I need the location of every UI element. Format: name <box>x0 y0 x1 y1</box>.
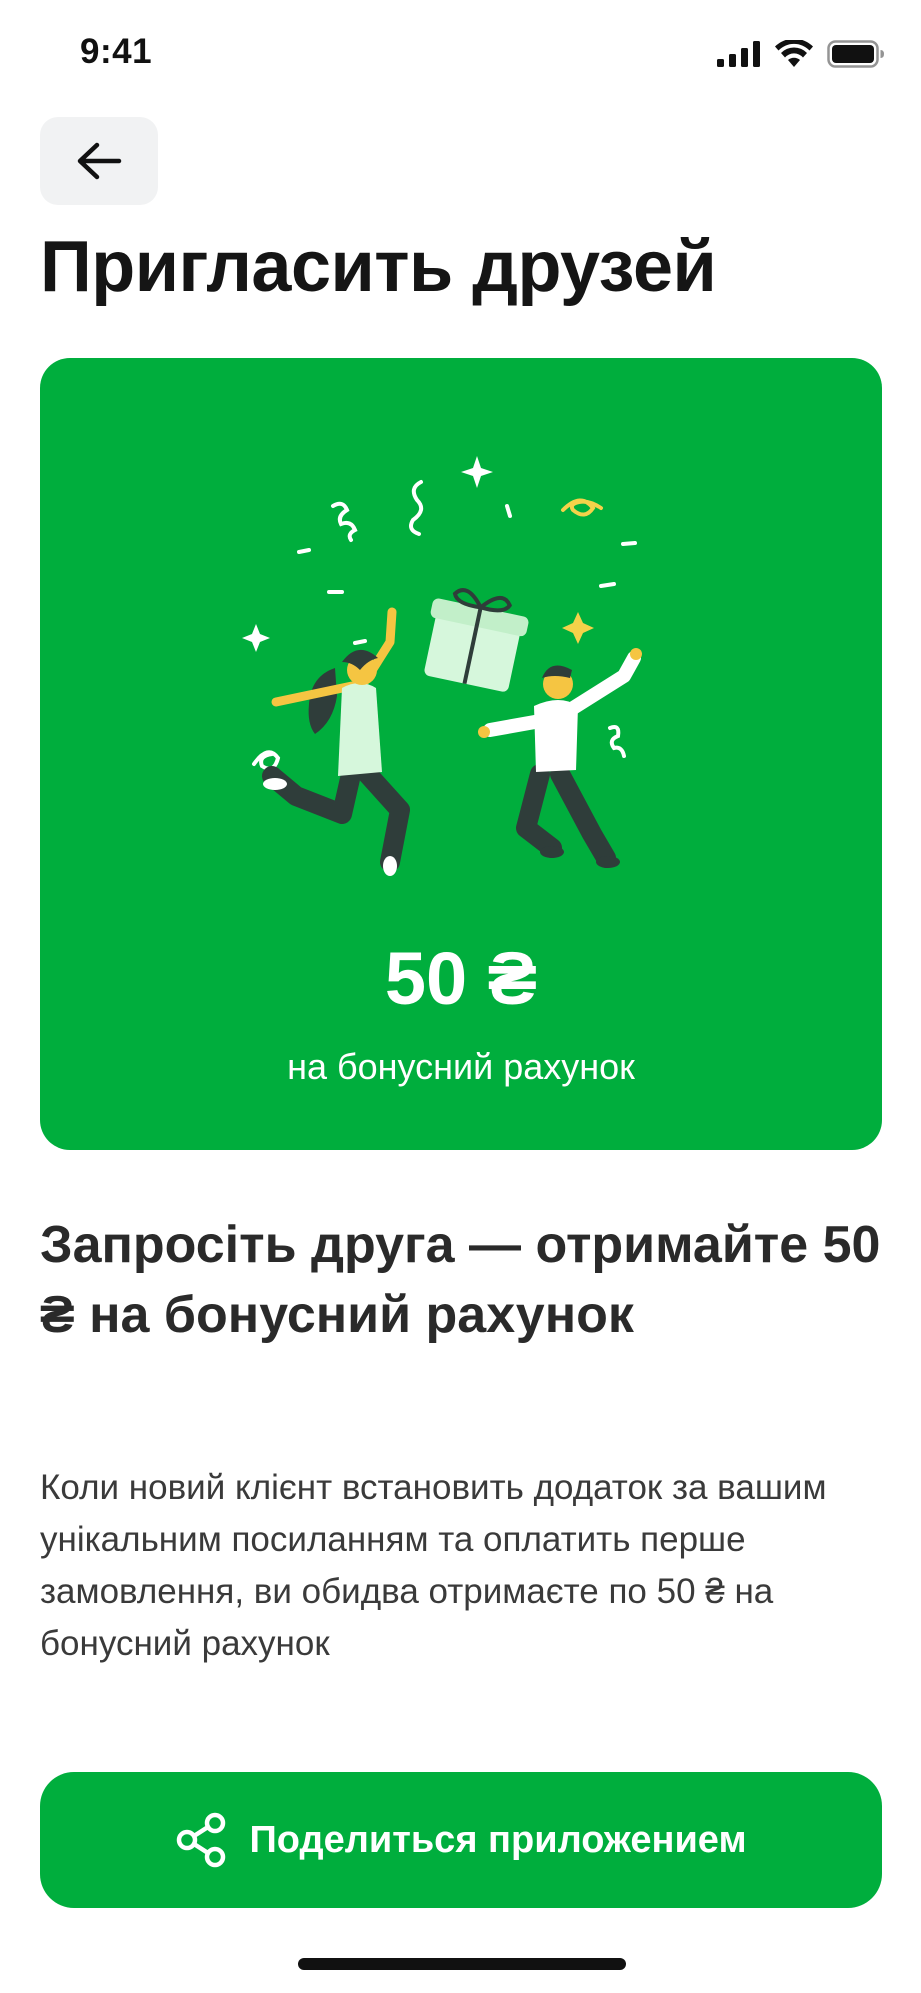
share-icon <box>177 1812 226 1868</box>
battery-icon <box>827 40 884 68</box>
status-time: 9:41 <box>80 32 153 71</box>
page-title: Пригласить друзей <box>40 227 717 307</box>
status-icons <box>717 40 885 68</box>
share-button-label: Поделиться приложением <box>249 1818 747 1861</box>
celebrating-friends-gift-illustration <box>242 456 642 876</box>
arrow-left-icon <box>77 142 122 180</box>
section-heading: Запросіть друга — отримайте 50 ₴ на бону… <box>40 1216 881 1344</box>
status-bar: 9:41 <box>0 0 921 112</box>
promo-caption: на бонусний рахунок <box>287 1046 635 1087</box>
share-app-button[interactable]: Поделиться приложением <box>40 1772 882 1908</box>
home-indicator <box>298 1958 626 1970</box>
back-button[interactable] <box>40 117 158 205</box>
description-text: Коли новий клієнт встановить додаток за … <box>40 1468 827 1663</box>
cellular-signal-icon <box>717 41 760 67</box>
promo-amount: 50 ₴ <box>384 937 538 1020</box>
wifi-icon <box>775 40 813 67</box>
promo-card: 50 ₴ на бонусний рахунок <box>40 358 882 1150</box>
